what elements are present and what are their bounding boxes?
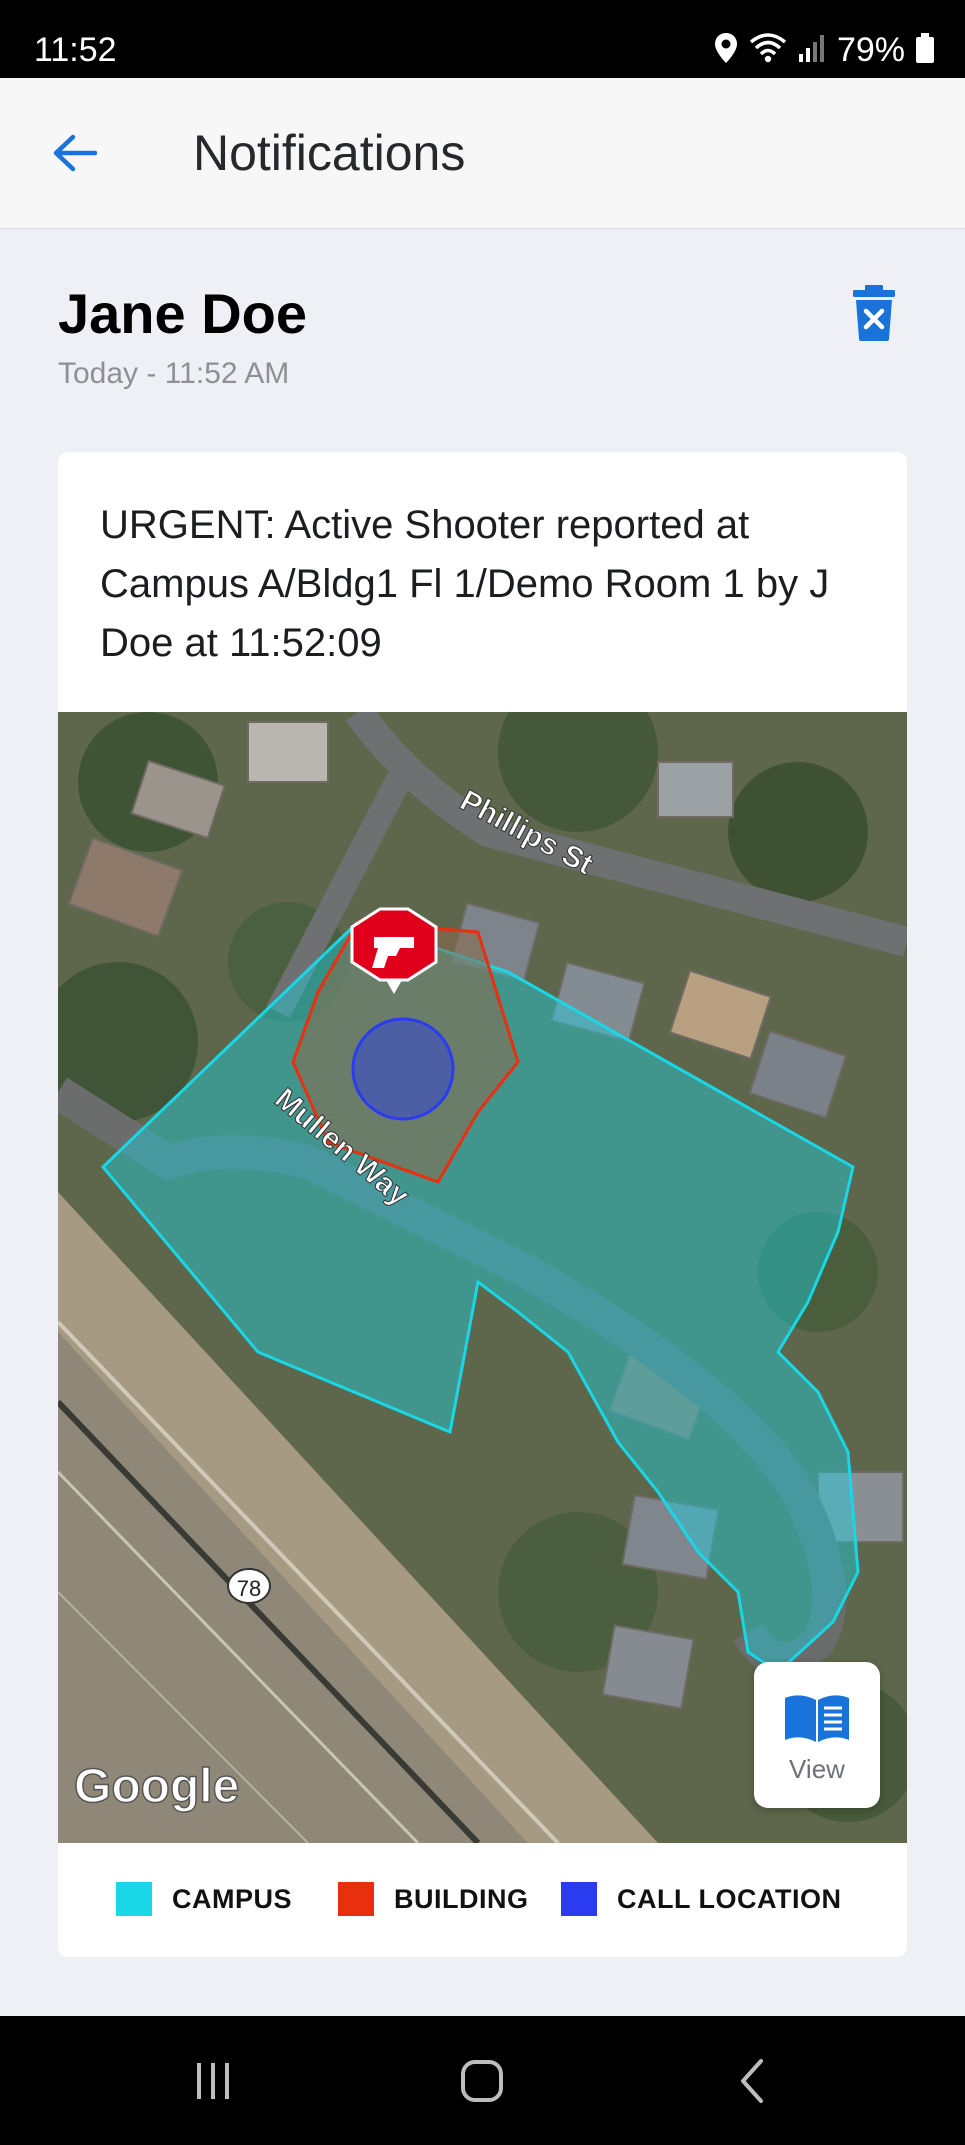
recent-apps-icon <box>197 2063 229 2099</box>
legend-swatch <box>338 1882 374 1916</box>
view-button-label: View <box>789 1754 845 1784</box>
svg-text:78: 78 <box>237 1576 261 1601</box>
legend-label: CAMPUS <box>172 1883 293 1914</box>
legend-item-campus: CAMPUS <box>116 1881 292 1917</box>
legend-item-call-location: CALL LOCATION <box>561 1881 841 1917</box>
notification-timestamp: Today - 11:52 AM <box>58 357 290 390</box>
wifi-icon <box>749 32 787 69</box>
notification-message: URGENT: Active Shooter reported at Campu… <box>100 503 830 665</box>
status-icons: 79% <box>713 30 935 70</box>
notification-card: URGENT: Active Shooter reported at Campu… <box>58 452 907 1957</box>
back-icon <box>741 2059 763 2103</box>
page-title: Notifications <box>193 125 466 181</box>
sender-name: Jane Doe <box>58 282 307 345</box>
legend-swatch <box>116 1882 152 1916</box>
view-button[interactable]: View <box>754 1662 880 1808</box>
location-icon <box>713 32 739 69</box>
google-logo: Google <box>74 1760 239 1813</box>
status-time: 11:52 <box>34 31 117 69</box>
legend-label: CALL LOCATION <box>617 1883 842 1914</box>
trash-x-icon <box>853 285 895 341</box>
delete-button[interactable] <box>848 284 900 342</box>
route-shield: 78 <box>227 1568 271 1604</box>
battery-icon <box>915 32 935 69</box>
status-bar: 11:52 79% <box>0 0 965 78</box>
legend-label: BUILDING <box>394 1883 529 1914</box>
app-bar: Notifications <box>0 78 965 229</box>
arrow-left-icon <box>53 134 97 172</box>
legend-swatch <box>561 1882 597 1916</box>
call-location-marker <box>351 1017 455 1121</box>
back-button[interactable] <box>44 123 104 183</box>
home-icon <box>461 2060 503 2102</box>
book-icon <box>785 1695 849 1742</box>
recent-apps-button[interactable] <box>178 2056 248 2106</box>
legend-item-building: BUILDING <box>338 1881 529 1917</box>
signal-icon <box>797 32 827 69</box>
home-button[interactable] <box>447 2056 517 2106</box>
system-nav-bar <box>0 2016 965 2145</box>
battery-percent: 79% <box>836 31 905 69</box>
map-legend: CAMPUS BUILDING CALL LOCATION <box>58 1843 907 1957</box>
back-nav-button[interactable] <box>718 2056 788 2106</box>
